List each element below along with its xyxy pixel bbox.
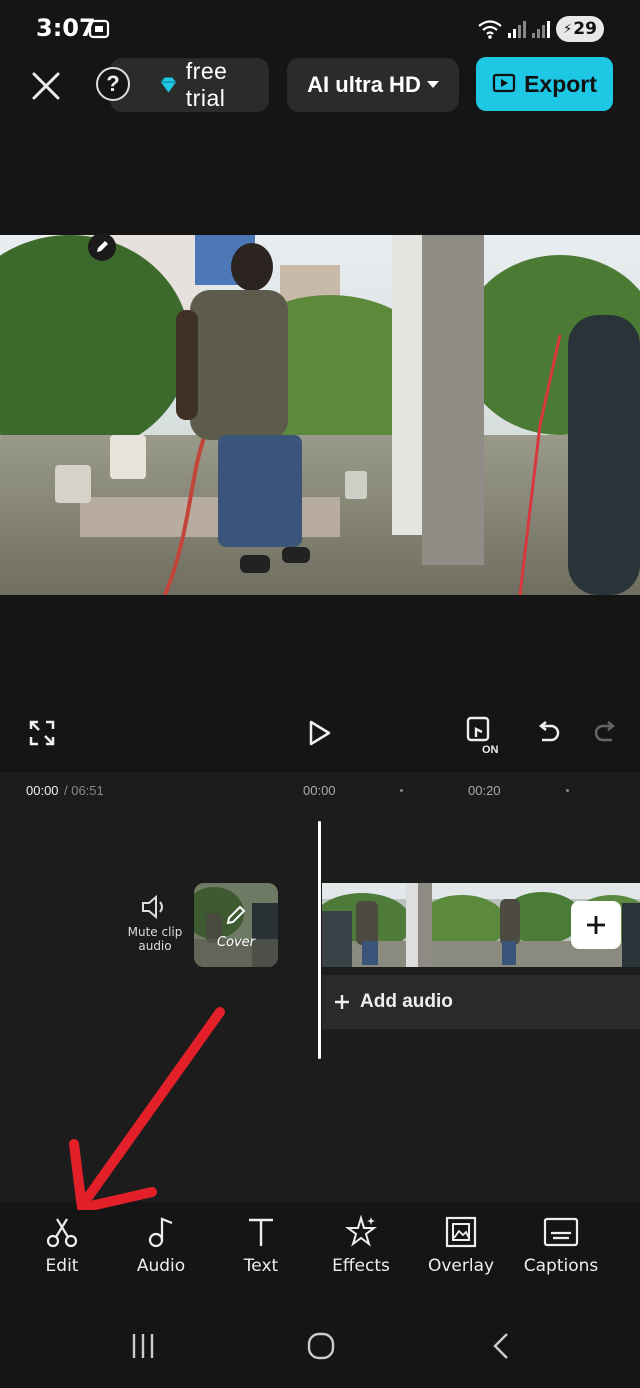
screenshot-icon: [88, 19, 110, 39]
status-bar: 3:07 ⚡ 29: [0, 0, 640, 58]
text-icon: [249, 1218, 273, 1246]
playback-controls: ON: [0, 705, 640, 765]
pencil-icon: [226, 905, 246, 925]
tool-overlay-label: Overlay: [427, 1256, 495, 1276]
undo-button[interactable]: [528, 713, 568, 753]
system-nav-bar: [0, 1300, 640, 1388]
fullscreen-icon: [29, 720, 55, 746]
add-audio-button[interactable]: Add audio: [322, 975, 640, 1029]
plus-icon: [335, 995, 349, 1009]
svg-text:ON: ON: [482, 744, 499, 755]
tool-text-label: Text: [243, 1256, 279, 1276]
tool-effects[interactable]: Effects: [316, 1210, 406, 1290]
video-preview[interactable]: [0, 235, 640, 595]
status-time: 3:07: [36, 14, 96, 42]
mute-clip-audio-label: Mute clip audio: [127, 925, 183, 953]
plus-icon: [587, 916, 605, 934]
music-note-icon: [148, 1217, 173, 1248]
edit-frame-button[interactable]: [88, 233, 116, 261]
tool-captions-label: Captions: [523, 1256, 599, 1276]
export-button[interactable]: Export: [476, 57, 613, 111]
redo-button[interactable]: [586, 713, 626, 753]
battery-level: 29: [573, 19, 597, 39]
tool-captions[interactable]: Captions: [516, 1210, 606, 1290]
bottom-toolbar: Edit Audio Text Effects Overlay Captions: [0, 1210, 640, 1290]
ruler-tick-dot: [400, 789, 403, 792]
tool-text[interactable]: Text: [216, 1210, 306, 1290]
tool-effects-label: Effects: [332, 1256, 390, 1276]
home-button[interactable]: [296, 1324, 346, 1368]
export-label: Export: [524, 70, 597, 97]
signal-icon: [508, 21, 526, 38]
recent-apps-button[interactable]: [118, 1324, 168, 1368]
star-sparkle-icon: [345, 1215, 377, 1247]
undo-icon: [538, 721, 560, 742]
cover-label: Cover: [216, 935, 256, 950]
free-trial-button[interactable]: free trial: [110, 58, 269, 112]
editor-top-bar: free trial ? AI ultra HD Export: [0, 56, 640, 114]
tool-edit-label: Edit: [45, 1256, 79, 1276]
overlay-icon: [445, 1216, 477, 1248]
help-button[interactable]: ?: [96, 67, 130, 101]
export-icon: [492, 73, 516, 93]
speaker-icon: [142, 894, 163, 920]
playhead[interactable]: [318, 821, 321, 1059]
mute-clip-audio-button[interactable]: Mute clip audio: [124, 894, 186, 953]
recent-apps-icon: [132, 1334, 154, 1358]
battery-icon: ⚡ 29: [556, 16, 604, 42]
chevron-down-icon: [426, 81, 439, 88]
pencil-icon: [97, 241, 108, 252]
close-button[interactable]: [24, 64, 68, 108]
fullscreen-button[interactable]: [22, 713, 62, 753]
play-button[interactable]: [298, 711, 342, 755]
timeline-area: Mute clip audio Cover Add audio: [0, 812, 640, 1202]
back-button[interactable]: [476, 1324, 526, 1368]
cover-button[interactable]: Cover: [194, 883, 278, 967]
timeline-ruler: 00:00 / 06:51 00:00 00:20: [0, 772, 640, 812]
wifi-icon: [478, 20, 502, 39]
play-icon: [309, 720, 331, 746]
ruler-tick-label: 00:20: [468, 783, 501, 798]
quality-dropdown[interactable]: AI ultra HD: [287, 58, 459, 112]
diamond-icon: [160, 77, 176, 93]
help-icon: ?: [106, 71, 120, 96]
free-trial-label: free trial: [185, 58, 228, 111]
keyframe-toggle-button[interactable]: ON: [460, 711, 504, 759]
ruler-tick-dot: [566, 789, 569, 792]
current-time: 00:00: [26, 783, 59, 798]
add-clip-button[interactable]: [571, 901, 621, 949]
signal-icon: [532, 21, 550, 38]
total-duration: / 06:51: [64, 783, 104, 798]
scissors-icon: [46, 1218, 78, 1248]
close-icon: [32, 72, 60, 100]
add-audio-label: Add audio: [360, 991, 453, 1012]
redo-icon: [594, 721, 616, 742]
keyframe-on-icon: ON: [466, 716, 499, 755]
back-icon: [493, 1333, 508, 1359]
tool-overlay[interactable]: Overlay: [416, 1210, 506, 1290]
tool-audio-label: Audio: [136, 1256, 186, 1276]
ruler-tick-label: 00:00: [303, 783, 336, 798]
captions-icon: [543, 1217, 579, 1247]
quality-label: AI ultra HD: [307, 72, 421, 97]
tool-audio[interactable]: Audio: [116, 1210, 206, 1290]
video-frame: [0, 235, 640, 595]
tool-edit[interactable]: Edit: [17, 1210, 107, 1290]
home-icon: [307, 1332, 335, 1360]
